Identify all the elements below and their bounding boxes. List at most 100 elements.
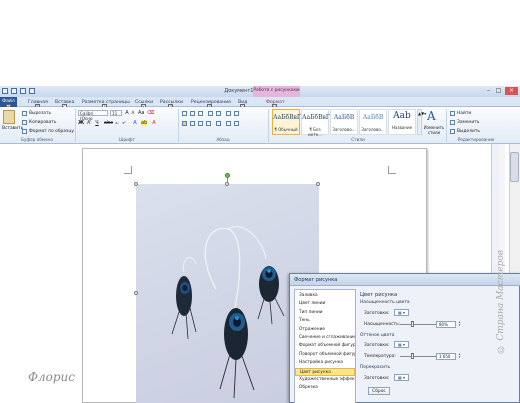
ribbon-tabs: Файл Главная Вставка Разметка страницы С… [0, 97, 520, 109]
align-right-icon[interactable] [198, 121, 203, 126]
cut-icon[interactable] [22, 111, 27, 116]
bold-button[interactable]: Ж [78, 120, 84, 126]
decrease-indent-icon[interactable] [208, 111, 213, 116]
rotate-handle[interactable] [225, 173, 230, 178]
nav-item-3d-format[interactable]: Формат объемной фигуры [295, 342, 355, 350]
line-spacing-icon[interactable] [216, 121, 221, 126]
resize-handle[interactable] [316, 182, 320, 186]
select-button[interactable]: Выделить [457, 129, 480, 134]
style-sample: Aab [393, 111, 411, 121]
style-no-spacing[interactable]: АаБбВвГг ¶ Без инте... [301, 109, 333, 137]
styles-group-label: Стили [351, 137, 365, 142]
change-case-icon[interactable]: Аа [138, 110, 144, 116]
nav-item-line-style[interactable]: Тип линии [295, 309, 355, 317]
justify-icon[interactable] [206, 121, 211, 126]
superscript-icon[interactable]: x² [121, 120, 127, 126]
nav-item-glow[interactable]: Свечение и сглаживание [295, 334, 355, 342]
saturation-label: Насыщенность: [364, 322, 401, 327]
minimize-icon[interactable]: – [484, 87, 493, 95]
margin-corner [388, 166, 396, 174]
temperature-spinner-icon[interactable]: ▴ ▾ [457, 353, 462, 360]
sort-icon[interactable] [226, 111, 231, 116]
close-icon[interactable]: × [505, 87, 518, 95]
clipboard-group-label: Буфер обмена [21, 137, 53, 142]
nav-item-reflection[interactable]: Отражение [295, 326, 355, 334]
nav-item-line-color[interactable]: Цвет линии [295, 300, 355, 308]
subscript-icon[interactable]: x₂ [114, 120, 120, 126]
shading-icon[interactable] [226, 121, 231, 126]
paste-icon[interactable] [3, 110, 15, 124]
cut-button[interactable]: Вырезать [29, 111, 51, 116]
scroll-thumb[interactable] [510, 152, 519, 182]
resize-handle[interactable] [225, 182, 229, 186]
watermark-right: © Страна Мастеров [496, 250, 506, 354]
style-normal[interactable]: АаБбВвГг ¶ Обычный [272, 109, 304, 135]
picture-tools-group: Работа с рисунками [253, 86, 300, 97]
saturation-presets-dropdown[interactable]: ▦ ▾ [394, 309, 409, 316]
nav-item-shadow[interactable]: Тень [295, 317, 355, 325]
font-color-icon[interactable]: A [151, 120, 157, 126]
align-left-icon[interactable] [182, 121, 187, 126]
saturation-input[interactable]: 80% [436, 321, 456, 328]
style-title[interactable]: Aab Название [388, 109, 416, 135]
nav-item-crop[interactable]: Обрезка [295, 384, 355, 392]
dialog-title-bar[interactable]: Формат рисунка [290, 274, 520, 286]
saturation-spinner-icon[interactable]: ▴ ▾ [457, 321, 462, 328]
nav-item-artistic-effects[interactable]: Художественные эффекты [295, 376, 355, 384]
replace-button[interactable]: Заменить [457, 120, 479, 125]
clear-format-icon[interactable]: ⌫ [147, 110, 154, 116]
find-icon[interactable] [450, 111, 455, 116]
underline-button[interactable]: Ч [94, 120, 100, 126]
saturation-slider[interactable] [400, 324, 440, 325]
align-center-icon[interactable] [190, 121, 195, 126]
increase-indent-icon[interactable] [216, 111, 221, 116]
nav-item-fill[interactable]: Заливка [295, 292, 355, 300]
replace-icon[interactable] [450, 120, 455, 125]
recolor-presets-label: Заготовки: [364, 376, 390, 381]
select-icon[interactable] [450, 129, 455, 134]
redo-icon[interactable] [29, 88, 35, 94]
editing-group-label: Редактирование [457, 137, 495, 142]
borders-icon[interactable] [234, 121, 239, 126]
maximize-icon[interactable]: □ [494, 87, 503, 95]
style-name: Название [391, 125, 413, 130]
styles-scroll-icon[interactable]: ▲▼▾ [417, 109, 426, 135]
nav-item-picture-corrections[interactable]: Настройка рисунка [295, 359, 355, 367]
text-effects-icon[interactable]: A [132, 120, 138, 126]
temperature-slider-thumb[interactable] [410, 353, 414, 359]
resize-handle[interactable] [134, 291, 138, 295]
temperature-input[interactable]: 3 650 [436, 353, 456, 360]
saturation-slider-thumb[interactable] [410, 321, 414, 327]
style-heading-1[interactable]: АаБбВ Заголово... [330, 109, 358, 135]
panel-heading: Цвет рисунка [360, 292, 398, 298]
copy-button[interactable]: Копировать [29, 120, 56, 125]
temperature-slider[interactable] [400, 356, 440, 357]
font-name-select[interactable]: Calibri (Осно [78, 110, 108, 121]
format-painter-icon[interactable] [22, 129, 27, 134]
style-heading-2[interactable]: АаБбВ Заголово... [359, 109, 387, 135]
word-app-icon[interactable] [2, 88, 8, 94]
italic-button[interactable]: К [86, 120, 92, 126]
paste-button[interactable]: Вставить [2, 126, 23, 131]
bullets-icon[interactable] [182, 111, 187, 116]
nav-item-3d-rotation[interactable]: Поворот объемной фигуры [295, 351, 355, 359]
recolor-presets-dropdown[interactable]: ▦ ▾ [394, 374, 409, 381]
highlight-icon[interactable]: ab [141, 120, 147, 126]
save-icon[interactable] [11, 88, 17, 94]
copy-icon[interactable] [22, 120, 27, 125]
multilevel-list-icon[interactable] [198, 111, 203, 116]
change-styles-button[interactable]: Изменить стили [423, 125, 445, 135]
strikethrough-icon[interactable]: abc [104, 120, 113, 126]
font-size-select[interactable]: 11 [110, 110, 122, 116]
find-button[interactable]: Найти [457, 111, 471, 116]
numbering-icon[interactable] [190, 111, 195, 116]
show-marks-icon[interactable] [234, 111, 239, 116]
tone-presets-dropdown[interactable]: ▦ ▾ [394, 341, 409, 348]
resize-handle[interactable] [134, 182, 138, 186]
format-painter-button[interactable]: Формат по образцу [29, 129, 74, 134]
shrink-font-icon[interactable]: A [130, 110, 136, 116]
reset-button[interactable]: Сброс [368, 387, 390, 395]
change-styles-icon[interactable]: A [427, 110, 439, 122]
nav-item-picture-color[interactable]: Цвет рисунка [295, 367, 355, 376]
undo-icon[interactable] [20, 88, 26, 94]
